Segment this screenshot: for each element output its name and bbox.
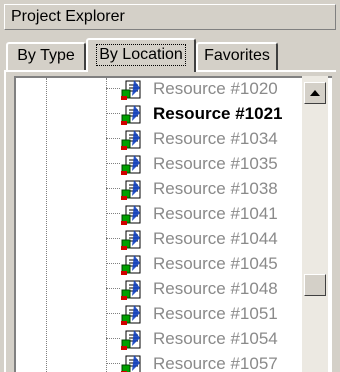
resource-document-icon (120, 278, 142, 300)
tree-connector-line (106, 313, 120, 314)
tree-connector-line (106, 338, 120, 339)
tab-by-location-label: By Location (96, 44, 186, 66)
panel-title: Project Explorer (11, 8, 125, 25)
tree-item-label: Resource #1035 (153, 154, 278, 173)
tree-item-label: Resource #1034 (153, 129, 278, 148)
tree-item[interactable]: Resource #1048 (16, 276, 306, 301)
tree-item[interactable]: Resource #1054 (16, 326, 306, 351)
tree-item[interactable]: Resource #1057 (16, 351, 306, 372)
resource-document-icon (120, 178, 142, 200)
tree-connector-line (106, 238, 120, 239)
tree-connector-line (106, 163, 120, 164)
tree-item[interactable]: Resource #1051 (16, 301, 306, 326)
tab-by-type[interactable]: By Type (6, 42, 86, 70)
tab-by-location[interactable]: By Location (86, 38, 196, 72)
tree-item-label: Resource #1020 (153, 79, 278, 98)
tree-item-label: Resource #1041 (153, 204, 278, 223)
tab-favorites[interactable]: Favorites (196, 42, 278, 70)
tree-item[interactable]: Resource #1041 (16, 201, 306, 226)
tree-connector-line (106, 363, 120, 364)
tree-connector-line (106, 213, 120, 214)
chevron-up-icon (310, 90, 320, 96)
tab-by-type-label: By Type (17, 47, 75, 64)
tree-item-label: Resource #1057 (153, 354, 278, 372)
scroll-up-button[interactable] (304, 82, 326, 104)
project-explorer-panel: Project Explorer By Type By Location Fav… (0, 0, 340, 372)
tree-connector-line (106, 88, 120, 89)
resource-document-icon (120, 103, 142, 125)
resource-document-icon (120, 78, 142, 100)
resource-document-icon (120, 153, 142, 175)
resource-document-icon (120, 253, 142, 275)
resource-document-icon (120, 128, 142, 150)
tree-connector-line (106, 113, 120, 114)
scroll-thumb[interactable] (304, 274, 326, 296)
tree-item[interactable]: Resource #1035 (16, 151, 306, 176)
tab-favorites-label: Favorites (204, 47, 270, 64)
resource-document-icon (120, 203, 142, 225)
tree-connector-line (106, 188, 120, 189)
tree-connector-line (106, 263, 120, 264)
tree-item-label: Resource #1038 (153, 179, 278, 198)
tree-connector-line (106, 288, 120, 289)
tree-item-label: Resource #1051 (153, 304, 278, 323)
resource-document-icon (120, 303, 142, 325)
vertical-scrollbar[interactable] (302, 76, 328, 372)
resource-tree-view[interactable]: Resource #1020 Resource #1021 Resource #10… (14, 76, 332, 372)
tree-item[interactable]: Resource #1045 (16, 251, 306, 276)
tree-connector-line (106, 138, 120, 139)
tree-item-label: Resource #1048 (153, 279, 278, 298)
tree-item-label: Resource #1021 (150, 101, 286, 126)
tree-item[interactable]: Resource #1038 (16, 176, 306, 201)
resource-document-icon (120, 328, 142, 350)
tree-item-label: Resource #1044 (153, 229, 278, 248)
tree-item-label: Resource #1054 (153, 329, 278, 348)
panel-titlebar: Project Explorer (4, 4, 336, 30)
tree-item[interactable]: Resource #1021 (16, 101, 306, 126)
tree-item-label: Resource #1045 (153, 254, 278, 273)
tree-item[interactable]: Resource #1044 (16, 226, 306, 251)
tree-item[interactable]: Resource #1020 (16, 78, 306, 101)
resource-document-icon (120, 228, 142, 250)
resource-document-icon (120, 353, 142, 372)
tree-item[interactable]: Resource #1034 (16, 126, 306, 151)
